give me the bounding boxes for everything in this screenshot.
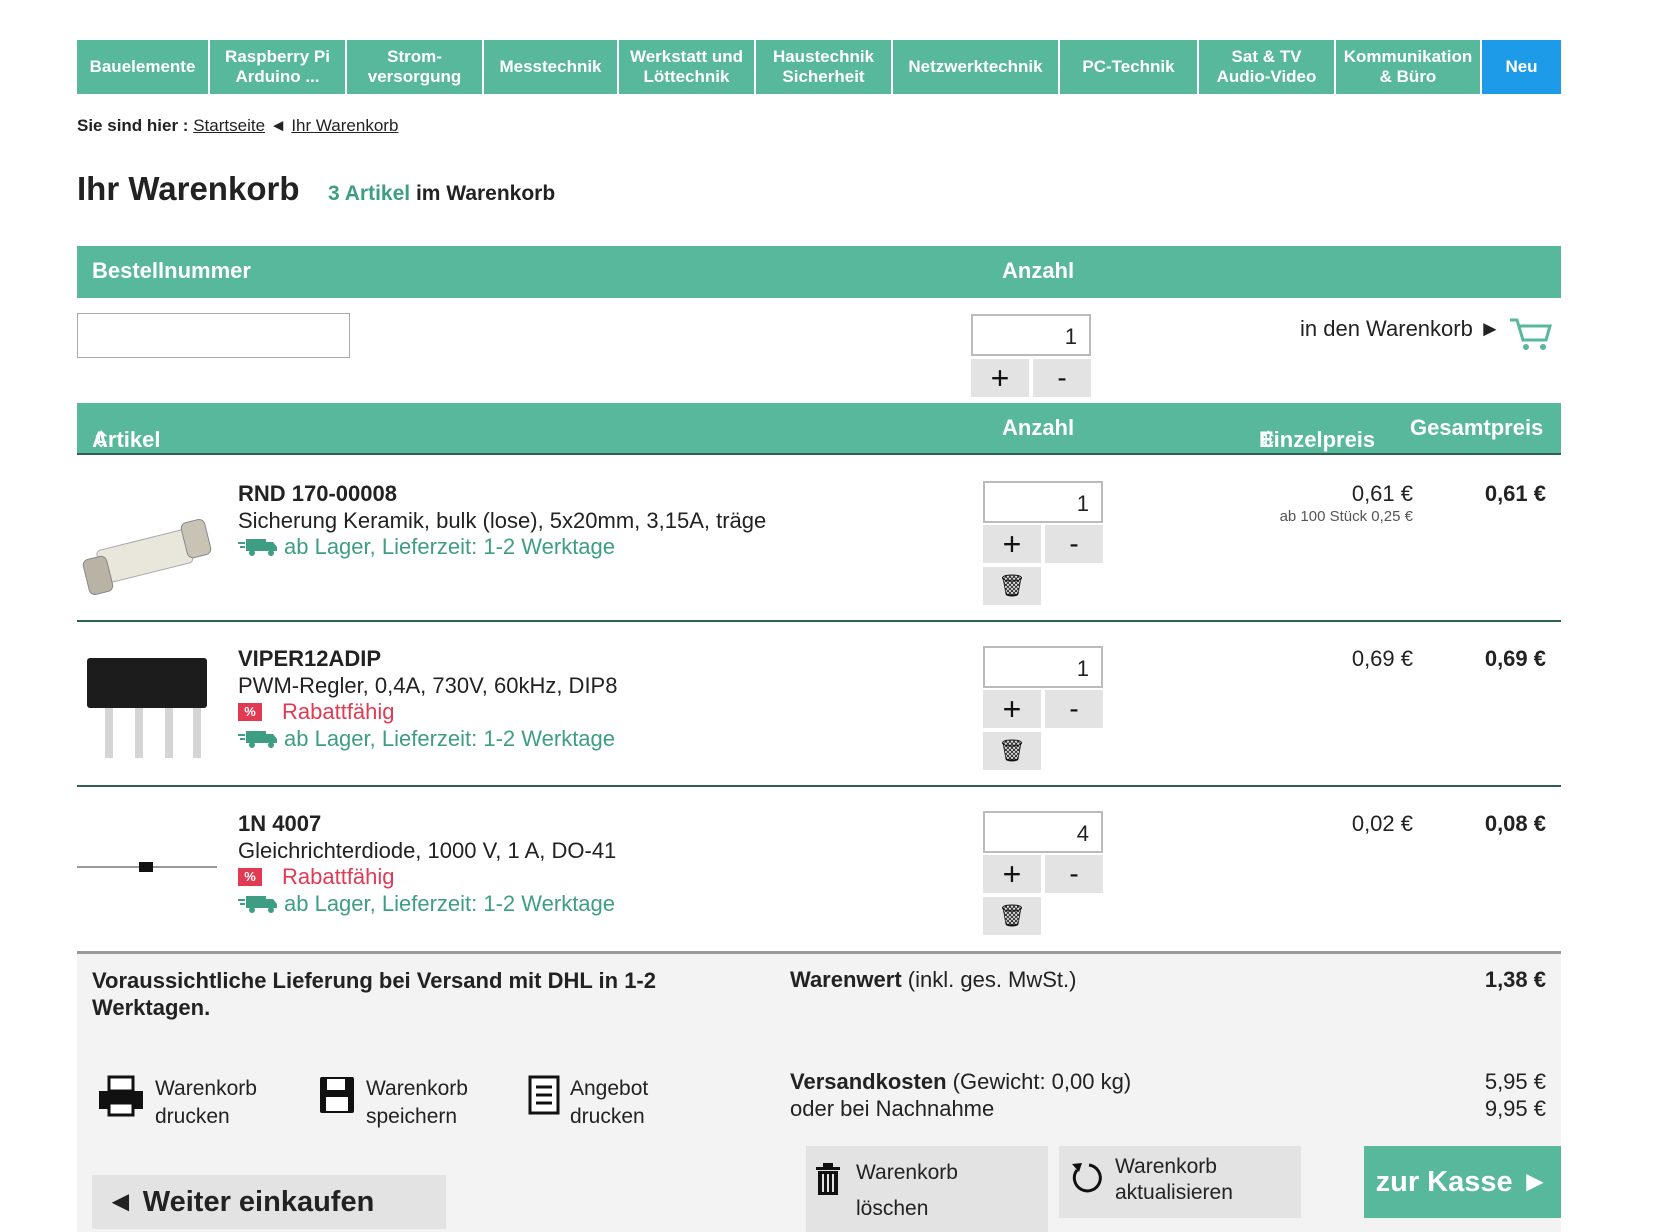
- goods-value-label: Warenwert (inkl. ges. MwSt.): [790, 967, 1077, 992]
- print-cart-button[interactable]: Warenkorb drucken: [97, 1075, 257, 1131]
- total-price: 0,61 €: [1484, 481, 1546, 506]
- table-row: VIPER12ADIP PWM-Regler, 0,4A, 730V, 60kH…: [77, 622, 1561, 787]
- breadcrumb-prefix: Sie sind hier :: [77, 116, 189, 135]
- print-offer-button[interactable]: Angebot drucken: [528, 1075, 648, 1131]
- breadcrumb-arrow-icon: ◄: [269, 116, 287, 135]
- item-qty-input[interactable]: 1: [983, 481, 1103, 523]
- discount-info: % Rabattfähig: [238, 864, 395, 890]
- refresh-icon: [1072, 1163, 1102, 1193]
- trash-icon[interactable]: 🗑: [983, 732, 1041, 770]
- nav-sat-tv[interactable]: Sat & TV Audio-Video: [1199, 40, 1336, 94]
- item-minus-button[interactable]: -: [1045, 525, 1103, 563]
- stock-info: ab Lager, Lieferzeit: 1-2 Werktage: [238, 534, 615, 560]
- unit-price: 0,69 €: [1351, 646, 1413, 671]
- cart-count-suffix: im Warenkorb: [415, 182, 556, 205]
- col-qty-header: Anzahl: [1002, 415, 1075, 440]
- stock-text: ab Lager, Lieferzeit: 1-2 Werktage: [284, 891, 616, 916]
- sort-icon: ⇳: [1259, 427, 1278, 452]
- nav-neu[interactable]: Neu: [1482, 40, 1561, 94]
- save-cart-button[interactable]: Warenkorb speichern: [318, 1075, 468, 1131]
- delivery-truck-icon: [238, 731, 277, 748]
- breadcrumb: Sie sind hier : Startseite ◄ Ihr Warenko…: [77, 116, 398, 136]
- delivery-truck-icon: [238, 896, 277, 913]
- nav-bauelemente[interactable]: Bauelemente: [77, 40, 210, 94]
- delivery-estimate: Voraussichtliche Lieferung bei Versand m…: [92, 968, 656, 1020]
- percent-badge-icon: %: [238, 703, 262, 721]
- order-number-header: Bestellnummer: [92, 258, 251, 283]
- table-row: RND 170-00008 Sicherung Keramik, bulk (l…: [77, 457, 1561, 622]
- nav-messtechnik[interactable]: Messtechnik: [484, 40, 619, 94]
- cart-count: 3 Artikel im Warenkorb: [328, 182, 555, 206]
- nav-kommunikation[interactable]: Kommunikation & Büro: [1336, 40, 1482, 94]
- tier-price: ab 100 Stück 0,25 €: [1279, 508, 1413, 525]
- stock-info: ab Lager, Lieferzeit: 1-2 Werktage: [238, 891, 615, 917]
- continue-shopping-button[interactable]: ◄ Weiter einkaufen: [92, 1175, 446, 1229]
- item-qty-input[interactable]: 4: [983, 811, 1103, 853]
- item-plus-button[interactable]: +: [983, 855, 1041, 893]
- item-qty-input[interactable]: 1: [983, 646, 1103, 688]
- percent-badge-icon: %: [238, 868, 262, 886]
- trash-icon[interactable]: 🗑: [983, 567, 1041, 605]
- sort-icon: ⇳: [92, 427, 111, 452]
- cart-count-number: 3 Artikel: [328, 182, 411, 205]
- item-minus-button[interactable]: -: [1045, 855, 1103, 893]
- goods-value: 1,38 €: [1484, 967, 1546, 992]
- quick-plus-button[interactable]: +: [971, 359, 1029, 397]
- breadcrumb-home-link[interactable]: Startseite: [193, 116, 265, 135]
- fuse-image: [82, 519, 212, 595]
- page-title: Ihr Warenkorb: [77, 170, 300, 207]
- cart-icon[interactable]: [1508, 316, 1552, 352]
- item-description: Sicherung Keramik, bulk (lose), 5x20mm, …: [238, 508, 767, 533]
- nav-raspberry-arduino[interactable]: Raspberry Pi Arduino ...: [210, 40, 347, 94]
- printer-icon: [99, 1075, 143, 1117]
- item-description: Gleichrichterdiode, 1000 V, 1 A, DO-41: [238, 838, 617, 863]
- total-price: 0,08 €: [1484, 811, 1546, 836]
- item-plus-button[interactable]: +: [983, 525, 1041, 563]
- item-sku[interactable]: 1N 4007: [238, 811, 321, 837]
- quick-qty-input[interactable]: 1: [971, 314, 1091, 356]
- nav-werkstatt[interactable]: Werkstatt und Löttechnik: [619, 40, 756, 94]
- discount-text: Rabattfähig: [282, 864, 395, 889]
- floppy-disk-icon: [320, 1077, 354, 1113]
- ic-chip-image: [87, 658, 207, 758]
- checkout-button[interactable]: zur Kasse ►: [1364, 1146, 1561, 1218]
- nav-haustechnik[interactable]: Haustechnik Sicherheit: [756, 40, 893, 94]
- add-to-cart-link[interactable]: in den Warenkorb ►: [1300, 316, 1501, 342]
- delete-cart-button[interactable]: Warenkorb löschen: [806, 1146, 1048, 1232]
- item-sku[interactable]: VIPER12ADIP: [238, 646, 381, 672]
- item-minus-button[interactable]: -: [1045, 690, 1103, 728]
- main-navigation: Bauelemente Raspberry Pi Arduino ... Str…: [77, 40, 1561, 94]
- shipping-label: Versandkosten (Gewicht: 0,00 kg) oder be…: [790, 1069, 1132, 1121]
- breadcrumb-current-link[interactable]: Ihr Warenkorb: [291, 116, 398, 135]
- nav-stromversorgung[interactable]: Strom- versorgung: [347, 40, 484, 94]
- nav-netzwerktechnik[interactable]: Netzwerktechnik: [893, 40, 1060, 94]
- quick-add-header: Bestellnummer Anzahl: [77, 246, 1561, 298]
- discount-text: Rabattfähig: [282, 699, 395, 724]
- unit-price: 0,61 €: [1351, 481, 1413, 506]
- order-number-input[interactable]: [77, 313, 350, 358]
- item-plus-button[interactable]: +: [983, 690, 1041, 728]
- delivery-truck-icon: [238, 539, 277, 556]
- trash-icon: [816, 1163, 840, 1195]
- unit-price: 0,02 €: [1351, 811, 1413, 836]
- item-sku[interactable]: RND 170-00008: [238, 481, 397, 507]
- quick-qty-header: Anzahl: [1002, 258, 1075, 283]
- stock-info: ab Lager, Lieferzeit: 1-2 Werktage: [238, 726, 615, 752]
- stock-text: ab Lager, Lieferzeit: 1-2 Werktage: [284, 534, 616, 559]
- trash-icon[interactable]: 🗑: [983, 897, 1041, 935]
- shipping-values: 5,95 € 9,95 €: [1484, 1069, 1546, 1121]
- nav-pc-technik[interactable]: PC-Technik: [1060, 40, 1199, 94]
- update-cart-button[interactable]: Warenkorb aktualisieren: [1059, 1146, 1301, 1218]
- table-row: 1N 4007 Gleichrichterdiode, 1000 V, 1 A,…: [77, 787, 1561, 950]
- items-header: Artikel ⇳ Anzahl Einzelpreis ⇳ Gesamtpreis: [77, 403, 1561, 455]
- total-price: 0,69 €: [1484, 646, 1546, 671]
- item-description: PWM-Regler, 0,4A, 730V, 60kHz, DIP8: [238, 673, 618, 698]
- document-icon: [528, 1075, 560, 1115]
- stock-text: ab Lager, Lieferzeit: 1-2 Werktage: [284, 726, 616, 751]
- col-total-header: Gesamtpreis: [1410, 415, 1544, 440]
- quick-minus-button[interactable]: -: [1033, 359, 1091, 397]
- diode-image: [77, 862, 217, 872]
- discount-info: % Rabattfähig: [238, 699, 395, 725]
